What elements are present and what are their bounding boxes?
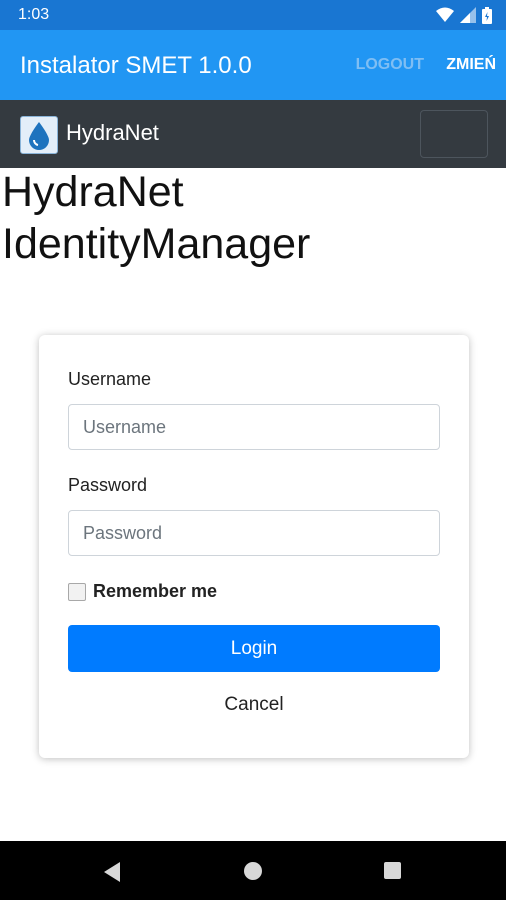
login-card: Username Password Remember me Login Canc… <box>39 335 469 758</box>
page-title-line-1: HydraNet <box>2 168 184 216</box>
navbar-brand[interactable]: HydraNet <box>66 120 159 146</box>
remember-me-label[interactable]: Remember me <box>93 581 217 602</box>
recents-icon[interactable] <box>383 861 402 880</box>
system-navigation-bar <box>0 841 506 900</box>
home-icon[interactable] <box>243 861 263 881</box>
password-input[interactable] <box>68 510 440 556</box>
login-button[interactable]: Login <box>68 625 440 672</box>
page-title: HydraNet IdentityManager <box>2 166 502 270</box>
status-icons <box>436 6 492 24</box>
app-toolbar: Instalator SMET 1.0.0 LOGOUT ZMIEŃ <box>0 30 506 100</box>
back-icon[interactable] <box>102 861 122 883</box>
username-input[interactable] <box>68 404 440 450</box>
app-title: Instalator SMET 1.0.0 <box>20 52 252 79</box>
menu-toggle-button[interactable] <box>420 110 488 158</box>
remember-me-checkbox[interactable] <box>68 583 86 601</box>
site-navbar: HydraNet <box>0 100 506 168</box>
status-time: 1:03 <box>18 6 50 23</box>
cancel-button[interactable]: Cancel <box>68 694 440 716</box>
water-drop-icon <box>29 122 49 150</box>
page-title-line-2: IdentityManager <box>2 220 311 268</box>
status-bar: 1:03 <box>0 0 506 30</box>
brand-logo[interactable] <box>20 116 58 154</box>
signal-icon <box>460 7 476 23</box>
password-label: Password <box>68 475 148 495</box>
logout-button[interactable]: LOGOUT <box>356 56 424 74</box>
wifi-icon <box>436 7 454 22</box>
username-label: Username <box>68 369 152 389</box>
change-button[interactable]: ZMIEŃ <box>446 56 496 74</box>
login-button-label: Login <box>230 637 278 659</box>
battery-icon <box>482 6 492 24</box>
